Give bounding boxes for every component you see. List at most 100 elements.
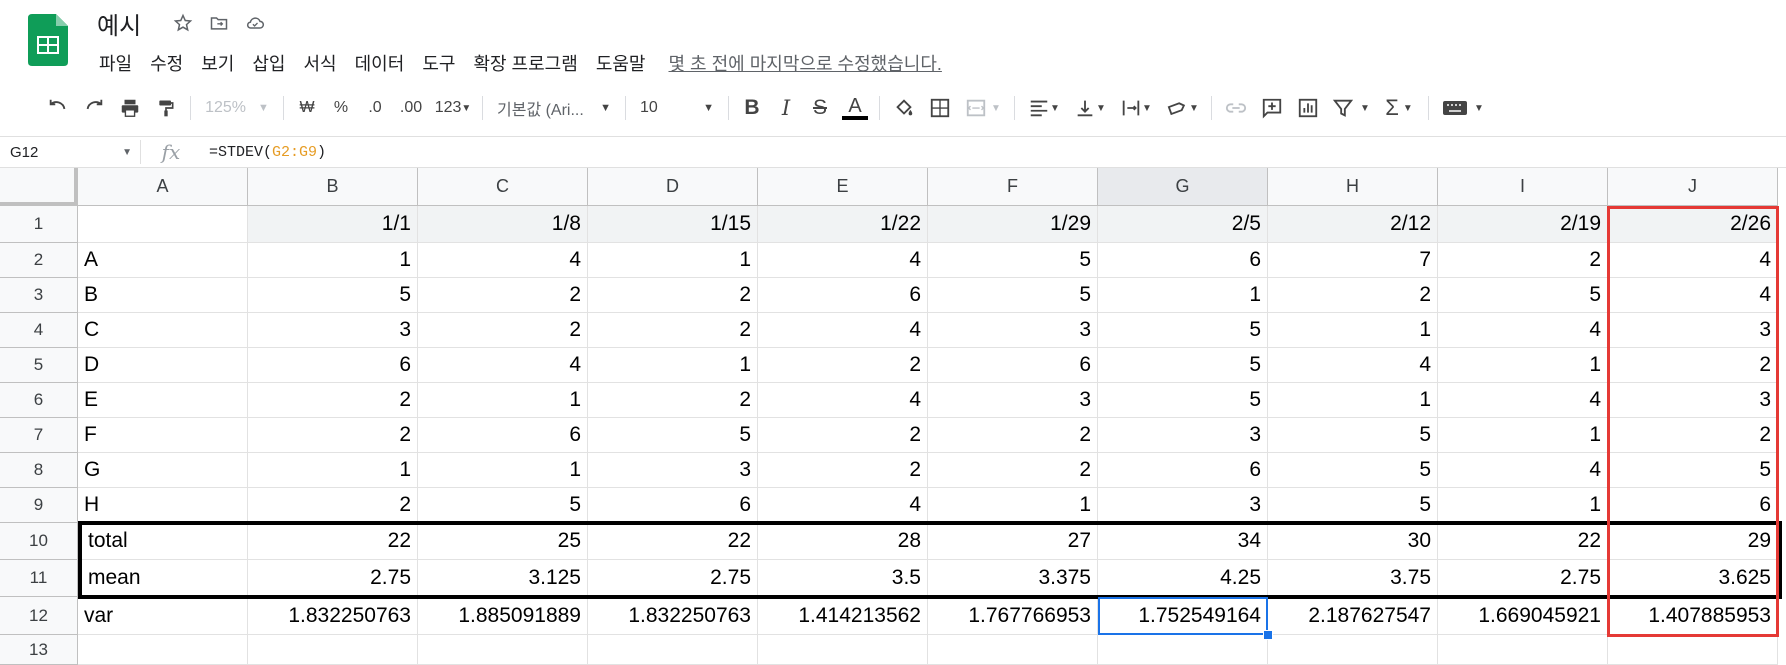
row-header-12[interactable]: 12 <box>0 597 78 635</box>
insert-comment-icon[interactable] <box>1254 92 1290 124</box>
cell-c13[interactable] <box>418 635 588 665</box>
cell-d11[interactable]: 2.75 <box>588 560 758 597</box>
cell-a9[interactable]: H <box>78 488 248 523</box>
cell-f11[interactable]: 3.375 <box>928 560 1098 597</box>
cell-g3[interactable]: 1 <box>1098 278 1268 313</box>
row-header-2[interactable]: 2 <box>0 243 78 278</box>
cell-j13[interactable] <box>1608 635 1778 665</box>
cloud-saved-icon[interactable] <box>242 10 268 36</box>
cell-j7[interactable]: 2 <box>1608 418 1778 453</box>
cell-h12[interactable]: 2.187627547 <box>1268 597 1438 635</box>
cell-a3[interactable]: B <box>78 278 248 313</box>
cell-e2[interactable]: 4 <box>758 243 928 278</box>
undo-icon[interactable] <box>40 92 76 124</box>
cell-j3[interactable]: 4 <box>1608 278 1778 313</box>
cell-a11[interactable]: mean <box>78 560 248 597</box>
vertical-align-icon[interactable]: ▼ <box>1067 92 1113 124</box>
column-header-j[interactable]: J <box>1608 168 1778 206</box>
cell-h9[interactable]: 5 <box>1268 488 1438 523</box>
cell-b8[interactable]: 1 <box>248 453 418 488</box>
merge-cells-icon[interactable]: ▼ <box>958 92 1008 124</box>
cell-e1[interactable]: 1/22 <box>758 206 928 243</box>
row-header-9[interactable]: 9 <box>0 488 78 523</box>
cell-a1[interactable] <box>78 206 248 243</box>
row-header-13[interactable]: 13 <box>0 635 78 665</box>
star-icon[interactable] <box>170 10 196 36</box>
document-title[interactable]: 예시 <box>97 6 141 41</box>
cell-h6[interactable]: 1 <box>1268 383 1438 418</box>
row-header-4[interactable]: 4 <box>0 313 78 348</box>
menu-help[interactable]: 도움말 <box>587 48 655 78</box>
cell-b7[interactable]: 2 <box>248 418 418 453</box>
cell-b5[interactable]: 6 <box>248 348 418 383</box>
cell-a10[interactable]: total <box>78 523 248 560</box>
cell-b13[interactable] <box>248 635 418 665</box>
text-rotation-icon[interactable]: ▼ <box>1159 92 1205 124</box>
cell-d7[interactable]: 5 <box>588 418 758 453</box>
row-header-7[interactable]: 7 <box>0 418 78 453</box>
cell-g10[interactable]: 34 <box>1098 523 1268 560</box>
cell-a4[interactable]: C <box>78 313 248 348</box>
cell-a7[interactable]: F <box>78 418 248 453</box>
cell-i2[interactable]: 2 <box>1438 243 1608 278</box>
redo-icon[interactable] <box>76 92 112 124</box>
cell-a5[interactable]: D <box>78 348 248 383</box>
cell-i5[interactable]: 1 <box>1438 348 1608 383</box>
cell-j5[interactable]: 2 <box>1608 348 1778 383</box>
column-header-b[interactable]: B <box>248 168 418 206</box>
print-icon[interactable] <box>112 92 148 124</box>
cell-c5[interactable]: 4 <box>418 348 588 383</box>
row-header-8[interactable]: 8 <box>0 453 78 488</box>
cell-h3[interactable]: 2 <box>1268 278 1438 313</box>
column-header-g[interactable]: G <box>1098 168 1268 206</box>
input-tools-icon[interactable]: ▼ <box>1435 92 1491 124</box>
cell-j10[interactable]: 29 <box>1608 523 1778 560</box>
column-header-h[interactable]: H <box>1268 168 1438 206</box>
column-header-e[interactable]: E <box>758 168 928 206</box>
menu-extensions[interactable]: 확장 프로그램 <box>464 48 586 78</box>
cell-i10[interactable]: 22 <box>1438 523 1608 560</box>
cell-e8[interactable]: 2 <box>758 453 928 488</box>
column-header-d[interactable]: D <box>588 168 758 206</box>
cell-j12[interactable]: 1.407885953 <box>1608 597 1778 635</box>
cell-g6[interactable]: 5 <box>1098 383 1268 418</box>
cell-c9[interactable]: 5 <box>418 488 588 523</box>
text-wrap-icon[interactable]: ▼ <box>1113 92 1159 124</box>
spreadsheet-grid[interactable]: A B C D E F G H I J 1 1/1 1/8 1/15 1/22 1/29 2/5 2/12 2/19… <box>0 168 1786 665</box>
cell-c11[interactable]: 3.125 <box>418 560 588 597</box>
increase-decimal-button[interactable]: .00 <box>392 92 430 124</box>
cell-f9[interactable]: 1 <box>928 488 1098 523</box>
cell-i1[interactable]: 2/19 <box>1438 206 1608 243</box>
column-header-f[interactable]: F <box>928 168 1098 206</box>
fill-color-icon[interactable] <box>886 92 922 124</box>
cell-h11[interactable]: 3.75 <box>1268 560 1438 597</box>
cell-i13[interactable] <box>1438 635 1608 665</box>
cell-d5[interactable]: 1 <box>588 348 758 383</box>
strikethrough-button[interactable]: S <box>803 92 837 124</box>
cell-i7[interactable]: 1 <box>1438 418 1608 453</box>
cell-e4[interactable]: 4 <box>758 313 928 348</box>
menu-tools[interactable]: 도구 <box>413 48 464 78</box>
cell-b11[interactable]: 2.75 <box>248 560 418 597</box>
font-size-select[interactable]: 10 ▼ <box>632 92 722 124</box>
cell-b6[interactable]: 2 <box>248 383 418 418</box>
cell-d10[interactable]: 22 <box>588 523 758 560</box>
row-header-11[interactable]: 11 <box>0 560 78 597</box>
cell-j4[interactable]: 3 <box>1608 313 1778 348</box>
number-format-select[interactable]: 123 ▼ <box>430 92 476 124</box>
borders-icon[interactable] <box>922 92 958 124</box>
cell-i6[interactable]: 4 <box>1438 383 1608 418</box>
cell-j8[interactable]: 5 <box>1608 453 1778 488</box>
cell-g7[interactable]: 3 <box>1098 418 1268 453</box>
cell-i9[interactable]: 1 <box>1438 488 1608 523</box>
cell-e6[interactable]: 4 <box>758 383 928 418</box>
cell-g1[interactable]: 2/5 <box>1098 206 1268 243</box>
cell-g2[interactable]: 6 <box>1098 243 1268 278</box>
cell-e11[interactable]: 3.5 <box>758 560 928 597</box>
cell-d12[interactable]: 1.832250763 <box>588 597 758 635</box>
cell-f6[interactable]: 3 <box>928 383 1098 418</box>
menu-file[interactable]: 파일 <box>90 48 141 78</box>
filter-icon[interactable]: ▼ <box>1326 92 1376 124</box>
cell-c10[interactable]: 25 <box>418 523 588 560</box>
cell-h13[interactable] <box>1268 635 1438 665</box>
